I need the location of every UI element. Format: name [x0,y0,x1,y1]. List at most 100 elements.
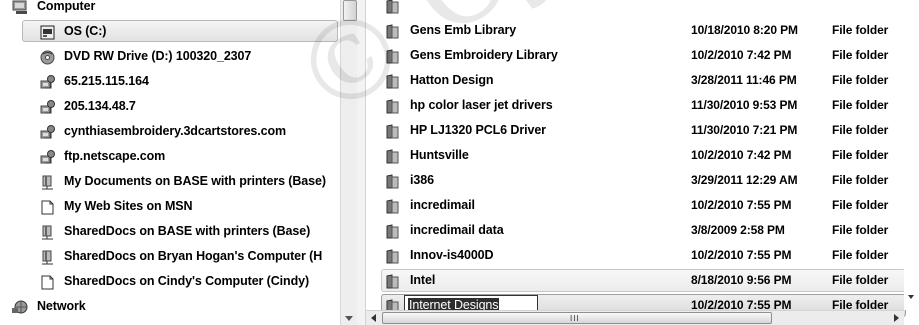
folder-icon [386,123,399,139]
row-highlight [381,269,906,292]
file-type: File folder [832,223,889,237]
network-location-icon [40,99,56,114]
nav-item-label: 65.215.115.164 [64,74,149,88]
file-type: File folder [832,273,889,287]
file-name: incredimail [410,198,475,212]
file-type: File folder [832,123,889,137]
file-type: File folder [832,173,889,187]
navigation-pane[interactable]: Computer OS (C:) DVD RW Drive (D:) 100320_… [0,0,356,325]
nav-item-label: SharedDocs on Cindy's Computer (Cindy) [64,274,310,288]
file-type: File folder [832,73,889,87]
table-row[interactable]: incredimail 10/2/2010 7:55 PM File folder [366,193,904,218]
dvd-drive-icon [40,49,56,65]
file-name: HP LJ1320 PCL6 Driver [410,123,546,137]
nav-vertical-scrollbar[interactable] [340,0,357,325]
nav-item[interactable]: OS (C:) [0,19,340,44]
table-row[interactable]: Huntsville 10/2/2010 7:42 PM File folder [366,143,904,168]
folder-icon [386,73,399,89]
nav-scrollbar-thumb[interactable] [343,0,357,21]
file-name: Gens Embroidery Library [410,48,558,62]
date-modified: 10/2/2010 7:55 PM [691,198,792,212]
nav-item[interactable]: SharedDocs on Cindy's Computer (Cindy) [0,269,340,294]
nav-item[interactable]: cynthiasembroidery.3dcartstores.com [0,119,340,144]
file-type: File folder [832,48,889,62]
file-list-horizontal-scrollbar[interactable]: III [366,310,904,325]
table-row[interactable]: i386 3/29/2011 12:29 AM File folder [366,168,904,193]
file-type: File folder [832,248,889,262]
date-modified: 11/30/2010 7:21 PM [691,123,798,137]
nav-item[interactable]: 205.134.48.7 [0,94,340,119]
table-row[interactable]: Innov-is4000D 10/2/2010 7:55 PM File folde… [366,243,904,268]
file-name: hp color laser jet drivers [410,98,553,112]
nav-item-label: Network [37,299,86,313]
file-name: Hatton Design [410,73,494,87]
network-share-icon [40,224,56,240]
file-type: File folder [832,148,889,162]
pane-splitter[interactable] [357,0,366,325]
nav-item-label: ftp.netscape.com [64,149,166,163]
nav-item[interactable]: ftp.netscape.com [0,144,340,169]
date-modified: 11/30/2010 9:53 PM [691,98,798,112]
scroll-right-arrow-icon[interactable] [894,314,899,322]
table-row[interactable]: incredimail data 3/8/2009 2:58 PM File fol… [366,218,904,243]
file-name: incredimail data [410,223,504,237]
folder-icon [386,173,399,189]
file-name: Innov-is4000D [410,248,494,262]
nav-item-label: My Documents on BASE with printers (Base… [64,174,326,188]
scrollbar-grip: III [570,314,580,323]
folder-icon [386,148,399,164]
date-modified: 10/2/2010 7:55 PM [691,248,792,262]
nav-item[interactable]: Computer [0,0,340,19]
document-icon [40,274,56,290]
table-row[interactable]: HP LJ1320 PCL6 Driver 11/30/2010 7:21 PM F… [366,118,904,143]
network-location-icon [40,149,56,164]
table-row[interactable]: Gens Embroidery Library 10/2/2010 7:42 PM… [366,43,904,68]
file-list-right-edge [904,0,919,310]
horizontal-scrollbar-thumb[interactable]: III [382,312,772,324]
folder-icon [386,48,399,64]
date-modified: 10/2/2010 7:42 PM [691,148,792,162]
drive-icon [40,24,56,40]
nav-item-label: 205.134.48.7 [64,99,136,113]
date-modified: 8/18/2010 9:56 PM [691,273,792,287]
nav-item-label: OS (C:) [64,24,107,38]
date-modified: 10/2/2010 7:42 PM [691,48,792,62]
table-row[interactable]: Gens Emb Library 10/18/2010 8:20 PM File f… [366,18,904,43]
table-row[interactable]: Intel 8/18/2010 9:56 PM File folder [366,268,906,293]
file-type: File folder [832,198,889,212]
table-row[interactable]: hp color laser jet drivers 11/30/2010 9:5… [366,93,904,118]
folder-icon [386,98,399,114]
nav-item[interactable]: DVD RW Drive (D:) 100320_2307 [0,44,340,69]
nav-item-label: Computer [37,0,96,13]
nav-item[interactable]: SharedDocs on BASE with printers (Base) [0,219,340,244]
scroll-left-arrow-icon[interactable] [371,314,376,322]
table-row[interactable]: Hatton Design 3/28/2011 11:46 PM File fold… [366,68,904,93]
network-icon [12,299,28,314]
date-modified: 3/29/2011 12:29 AM [691,173,798,187]
nav-item-label: My Web Sites on MSN [64,199,193,213]
file-list[interactable]: Gens Emb Library 10/18/2010 8:20 PM File f… [366,0,919,325]
nav-item[interactable]: SharedDocs on Bryan Hogan's Computer (H [0,244,340,269]
file-name: Huntsville [410,148,469,162]
folder-icon [386,0,399,14]
table-row[interactable] [366,0,904,18]
nav-item-label: SharedDocs on Bryan Hogan's Computer (H [64,249,323,263]
nav-item[interactable]: 65.215.115.164 [0,69,340,94]
nav-item-label: DVD RW Drive (D:) 100320_2307 [64,49,252,63]
nav-item[interactable]: My Web Sites on MSN [0,194,340,219]
scroll-down-arrow-icon[interactable] [908,295,914,299]
network-share-icon [40,174,56,190]
document-icon [40,199,56,215]
file-name: Gens Emb Library [410,23,517,37]
nav-item[interactable]: Network [0,294,340,319]
file-type: File folder [832,23,889,37]
file-name: i386 [410,173,434,187]
network-share-icon [40,249,56,265]
scroll-down-arrow-icon[interactable] [345,316,353,321]
date-modified: 10/18/2010 8:20 PM [691,23,798,37]
nav-item[interactable]: My Documents on BASE with printers (Base… [0,169,340,194]
network-location-icon [40,124,56,139]
folder-icon [386,248,399,264]
folder-icon [386,23,399,39]
folder-icon [386,198,399,214]
